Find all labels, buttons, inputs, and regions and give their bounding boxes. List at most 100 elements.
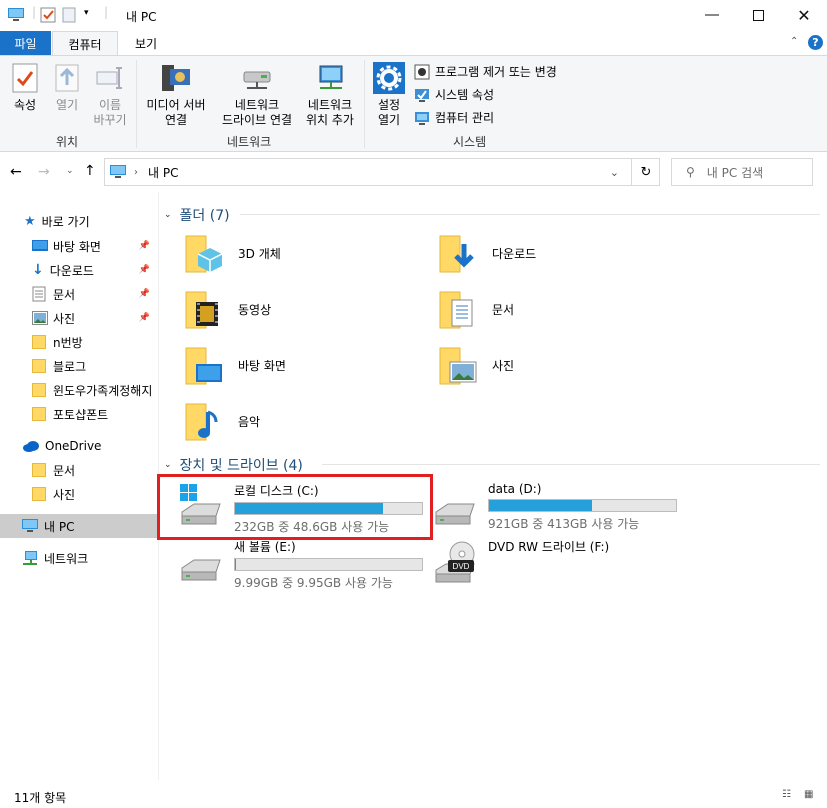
folder-documents[interactable]: 문서	[438, 288, 514, 330]
nav-item-folder[interactable]: 포토샵폰트	[0, 402, 158, 426]
maximize-button[interactable]	[735, 0, 781, 30]
drives-section-header[interactable]: ⌄ 장치 및 드라이브 (4)	[164, 455, 303, 475]
desktop-icon	[32, 240, 48, 251]
media-server-icon	[160, 62, 192, 94]
dvd-drive-icon: DVD	[435, 541, 475, 583]
drive-f-dvd[interactable]: DVD DVD RW 드라이브 (F:)	[432, 538, 609, 584]
breadcrumb[interactable]: 내 PC	[148, 164, 178, 181]
map-network-drive-button[interactable]: 네트워크 드라이브 연결	[212, 62, 302, 128]
network-location-icon	[314, 62, 346, 94]
nav-network[interactable]: 네트워크	[0, 546, 158, 570]
address-dropdown-icon[interactable]: ⌄	[610, 166, 619, 179]
network-drive-icon	[241, 62, 273, 94]
quick-access-dropdown-icon[interactable]: ▾	[84, 8, 89, 18]
nav-item-folder[interactable]: 윈도우가족계정해지	[0, 378, 158, 402]
tab-view[interactable]: 보기	[118, 31, 174, 55]
nav-item-folder[interactable]: n번방	[0, 330, 158, 354]
recent-locations-chevron-icon[interactable]: ⌄	[66, 166, 74, 176]
collapse-chevron-icon[interactable]: ⌄	[164, 210, 172, 220]
forward-arrow-icon[interactable]: →	[38, 164, 50, 180]
nav-item-pictures[interactable]: 사진 📌	[0, 306, 158, 330]
folder-desktop[interactable]: 바탕 화면	[184, 344, 286, 386]
drive-d[interactable]: data (D:) 921GB 중 413GB 사용 가능	[432, 482, 677, 532]
nav-item-documents[interactable]: 문서 📌	[0, 282, 158, 306]
item-count: 11개 항목	[14, 791, 67, 805]
refresh-icon[interactable]: ↻	[631, 158, 660, 186]
computer-management-button[interactable]: 컴퓨터 관리	[414, 109, 494, 126]
minimize-button[interactable]: ―	[689, 0, 735, 30]
address-box[interactable]: › 내 PC ⌄ ↻	[104, 158, 660, 186]
svg-text:DVD: DVD	[453, 562, 470, 571]
status-bar: 11개 항목 ☷ ▦	[0, 780, 827, 808]
help-icon[interactable]: ?	[808, 35, 823, 50]
3d-objects-icon	[184, 232, 224, 274]
open-settings-button[interactable]: 설정 열기	[370, 62, 408, 128]
drive-usage-bar	[488, 499, 677, 512]
music-folder-icon	[184, 400, 224, 442]
pin-icon[interactable]: 📌	[139, 241, 150, 251]
title-bar: | ▾ | 내 PC ― ✕	[0, 0, 827, 31]
details-view-icon[interactable]: ☷	[782, 789, 791, 800]
up-arrow-icon[interactable]: ↑	[84, 163, 96, 179]
folder-videos[interactable]: 동영상	[184, 288, 271, 330]
group-label-location: 위치	[56, 135, 79, 149]
nav-item-onedrive-documents[interactable]: 문서	[0, 458, 158, 482]
search-input[interactable]: ⚲ 내 PC 검색	[671, 158, 813, 186]
pin-icon[interactable]: 📌	[139, 265, 150, 275]
document-icon	[32, 286, 46, 302]
media-server-button[interactable]: 미디어 서버 연결	[142, 62, 210, 128]
folder-music[interactable]: 음악	[184, 400, 260, 442]
collapse-ribbon-icon[interactable]: ⌃	[790, 36, 798, 47]
large-icons-view-icon[interactable]: ▦	[804, 789, 813, 800]
add-network-location-button[interactable]: 네트워크 위치 추가	[302, 62, 358, 128]
system-properties-button[interactable]: 시스템 속성	[414, 86, 494, 103]
folder-3d-objects[interactable]: 3D 개체	[184, 232, 281, 274]
computer-management-icon	[415, 111, 429, 125]
downloads-folder-icon	[438, 232, 478, 274]
close-button[interactable]: ✕	[781, 0, 827, 30]
breadcrumb-chevron-icon[interactable]: ›	[134, 167, 138, 178]
folder-downloads[interactable]: 다운로드	[438, 232, 536, 274]
new-folder-quick-icon[interactable]	[62, 7, 76, 26]
pc-icon	[110, 165, 126, 178]
nav-quick-access[interactable]: ★ 바로 가기	[0, 209, 158, 233]
folder-pictures[interactable]: 사진	[438, 344, 514, 386]
folder-icon	[32, 335, 46, 349]
pin-icon[interactable]: 📌	[139, 313, 150, 323]
pc-icon	[22, 519, 38, 532]
drive-usage-bar	[234, 558, 423, 571]
search-icon: ⚲	[686, 165, 695, 179]
system-properties-icon	[415, 88, 429, 102]
network-icon	[23, 551, 37, 565]
folder-icon	[32, 463, 46, 477]
group-label-network: 네트워크	[227, 135, 272, 149]
folder-icon	[32, 407, 46, 421]
videos-folder-icon	[184, 288, 224, 330]
nav-onedrive[interactable]: OneDrive	[0, 434, 158, 458]
gear-icon	[373, 62, 405, 94]
download-arrow-icon: ↓	[32, 262, 44, 278]
folder-icon	[32, 383, 46, 397]
documents-folder-icon	[438, 288, 478, 330]
folders-section-header[interactable]: ⌄ 폴더 (7)	[164, 205, 230, 225]
uninstall-program-button[interactable]: 프로그램 제거 또는 변경	[414, 63, 557, 80]
pictures-icon	[32, 311, 48, 325]
pin-icon[interactable]: 📌	[139, 289, 150, 299]
nav-item-desktop[interactable]: 바탕 화면 📌	[0, 234, 158, 258]
nav-item-downloads[interactable]: ↓ 다운로드 📌	[0, 258, 158, 282]
properties-button[interactable]: 속성	[8, 62, 42, 113]
hard-drive-icon	[435, 503, 475, 525]
properties-quick-icon[interactable]	[40, 7, 56, 26]
back-arrow-icon[interactable]: ←	[10, 164, 22, 180]
nav-item-folder[interactable]: 블로그	[0, 354, 158, 378]
nav-this-pc[interactable]: 내 PC	[0, 514, 158, 538]
tab-file[interactable]: 파일	[0, 31, 51, 55]
highlight-box	[157, 474, 433, 540]
folder-icon	[32, 487, 46, 501]
tab-computer[interactable]: 컴퓨터	[52, 31, 118, 56]
open-button[interactable]: 열기	[50, 62, 84, 113]
collapse-chevron-icon[interactable]: ⌄	[164, 460, 172, 470]
nav-item-onedrive-pictures[interactable]: 사진	[0, 482, 158, 506]
drive-e[interactable]: 새 볼륨 (E:) 9.99GB 중 9.95GB 사용 가능	[178, 538, 423, 591]
rename-button[interactable]: 이름 바꾸기	[90, 62, 130, 128]
